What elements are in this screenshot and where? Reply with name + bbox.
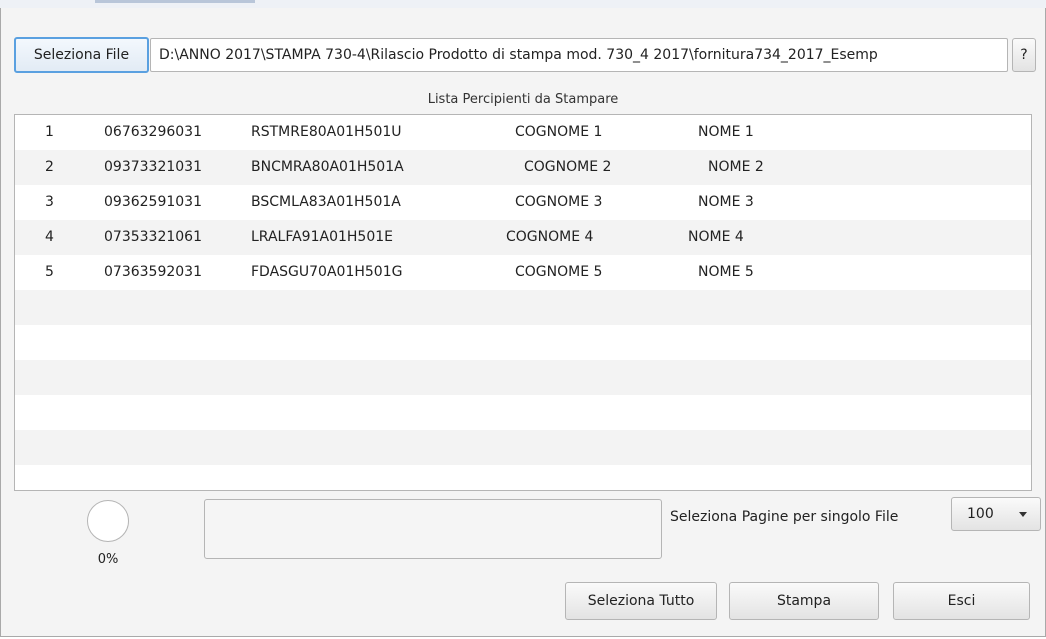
row-name: NOME 3 — [698, 194, 754, 210]
row-vat-number: 07353321061 — [104, 229, 202, 245]
row-number: 1 — [45, 124, 54, 140]
empty-row — [15, 360, 1031, 395]
empty-row — [15, 395, 1031, 430]
help-button[interactable]: ? — [1012, 38, 1036, 72]
row-name: NOME 1 — [698, 124, 754, 140]
select-all-button[interactable]: Seleziona Tutto — [565, 582, 717, 620]
row-vat-number: 06763296031 — [104, 124, 202, 140]
row-name: NOME 5 — [698, 264, 754, 280]
empty-row — [15, 325, 1031, 360]
row-fiscal-code: FDASGU70A01H501G — [251, 264, 403, 280]
status-text-area[interactable] — [204, 499, 662, 559]
row-vat-number: 09373321031 — [104, 159, 202, 175]
exit-button[interactable]: Esci — [893, 582, 1030, 620]
title-bar-accent — [95, 0, 255, 3]
row-number: 2 — [45, 159, 54, 175]
list-row[interactable]: 1 06763296031 RSTMRE80A01H501U COGNOME 1… — [15, 115, 1031, 150]
row-surname: COGNOME 2 — [524, 159, 612, 175]
row-fiscal-code: RSTMRE80A01H501U — [251, 124, 402, 140]
row-surname: COGNOME 3 — [515, 194, 603, 210]
row-fiscal-code: BSCMLA83A01H501A — [251, 194, 401, 210]
recipients-list[interactable]: 1 06763296031 RSTMRE80A01H501U COGNOME 1… — [14, 114, 1032, 491]
row-surname: COGNOME 4 — [506, 229, 594, 245]
pages-per-file-select[interactable]: 100 — [951, 497, 1041, 531]
empty-row — [15, 465, 1031, 490]
row-fiscal-code: BNCMRA80A01H501A — [251, 159, 404, 175]
list-row[interactable]: 5 07363592031 FDASGU70A01H501G COGNOME 5… — [15, 255, 1031, 290]
row-surname: COGNOME 1 — [515, 124, 603, 140]
progress-label: 0% — [97, 552, 119, 567]
pages-per-file-value: 100 — [967, 506, 994, 522]
list-row[interactable]: 2 09373321031 BNCMRA80A01H501A COGNOME 2… — [15, 150, 1031, 185]
empty-row — [15, 290, 1031, 325]
file-path-field[interactable]: D:\ANNO 2017\STAMPA 730-4\Rilascio Prodo… — [150, 38, 1008, 72]
list-title: Lista Percipienti da Stampare — [427, 92, 619, 107]
row-vat-number: 07363592031 — [104, 264, 202, 280]
row-name: NOME 4 — [688, 229, 744, 245]
row-number: 5 — [45, 264, 54, 280]
row-fiscal-code: LRALFA91A01H501E — [251, 229, 393, 245]
row-name: NOME 2 — [708, 159, 764, 175]
row-surname: COGNOME 5 — [515, 264, 603, 280]
select-file-button[interactable]: Seleziona File — [14, 37, 149, 73]
list-row[interactable]: 4 07353321061 LRALFA91A01H501E COGNOME 4… — [15, 220, 1031, 255]
row-number: 4 — [45, 229, 54, 245]
progress-indicator — [87, 500, 129, 542]
chevron-down-icon — [1019, 512, 1027, 517]
empty-row — [15, 430, 1031, 465]
list-row[interactable]: 3 09362591031 BSCMLA83A01H501A COGNOME 3… — [15, 185, 1031, 220]
row-number: 3 — [45, 194, 54, 210]
print-button[interactable]: Stampa — [729, 582, 879, 620]
row-vat-number: 09362591031 — [104, 194, 202, 210]
pages-per-file-label: Seleziona Pagine per singolo File — [670, 509, 899, 525]
